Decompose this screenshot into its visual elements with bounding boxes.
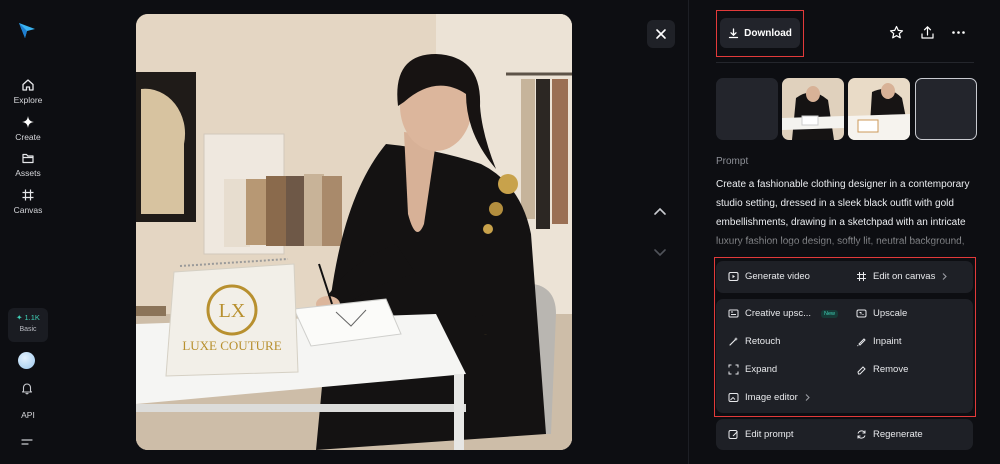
home-icon: [22, 79, 34, 91]
sidebar-item-assets[interactable]: Assets: [0, 151, 56, 178]
thumbnail-selected[interactable]: [915, 78, 977, 140]
sparkle-icon: [22, 116, 34, 128]
prompt-fade: [716, 227, 974, 251]
edit-prompt-button[interactable]: Edit prompt: [728, 429, 794, 440]
sidebar: Explore Create Assets Canvas ✦ 1.1K Basi…: [0, 0, 56, 464]
api-link[interactable]: API: [0, 410, 56, 420]
star-icon[interactable]: [889, 25, 904, 40]
thumbnail-image-1[interactable]: [782, 78, 844, 140]
regenerate-button[interactable]: Regenerate: [856, 429, 923, 440]
sidebar-item-explore[interactable]: Explore: [0, 78, 56, 105]
sidebar-item-create[interactable]: Create: [0, 115, 56, 142]
folder-icon: [22, 153, 34, 164]
prompt-heading: Prompt: [716, 156, 749, 167]
regenerate-icon: [857, 430, 866, 439]
fashion-designer-illustration: LX LUXE COUTURE: [136, 14, 572, 450]
chevron-up-icon[interactable]: [652, 206, 668, 218]
edit-prompt-icon: [728, 430, 738, 439]
more-options-icon[interactable]: [951, 25, 966, 40]
sidebar-item-label: Explore: [13, 95, 43, 105]
bell-icon[interactable]: [20, 381, 34, 395]
thumbnail-image-2[interactable]: [848, 78, 910, 140]
thumbnail-empty[interactable]: [716, 78, 778, 140]
credits-badge[interactable]: ✦ 1.1K Basic: [8, 308, 48, 342]
close-icon: [656, 29, 666, 39]
sidebar-item-label: Canvas: [13, 205, 43, 215]
thumbnail-illustration: [782, 78, 844, 140]
close-button[interactable]: [647, 20, 675, 48]
credits-value: ✦ 1.1K: [16, 313, 40, 322]
plan-label: Basic: [19, 326, 37, 333]
highlight-box-download: [716, 10, 804, 57]
sidebar-item-canvas[interactable]: Canvas: [0, 188, 56, 215]
avatar[interactable]: [18, 352, 35, 369]
menu-lines-icon[interactable]: [20, 437, 34, 447]
sidebar-item-label: Create: [15, 132, 41, 142]
share-icon[interactable]: [920, 25, 935, 40]
thumbnail-illustration: [848, 78, 910, 140]
sidebar-item-label: Assets: [15, 168, 41, 178]
generated-image: LX LUXE COUTURE: [136, 14, 572, 450]
logo-brand-text: LUXE COUTURE: [182, 338, 281, 353]
divider: [716, 62, 974, 63]
app-logo-icon[interactable]: [17, 20, 37, 40]
chevron-down-icon[interactable]: [652, 246, 668, 258]
logo-monogram: LX: [219, 300, 246, 322]
canvas-icon: [22, 189, 34, 201]
panel-divider: [688, 0, 689, 464]
highlight-box-actions: [714, 257, 976, 417]
